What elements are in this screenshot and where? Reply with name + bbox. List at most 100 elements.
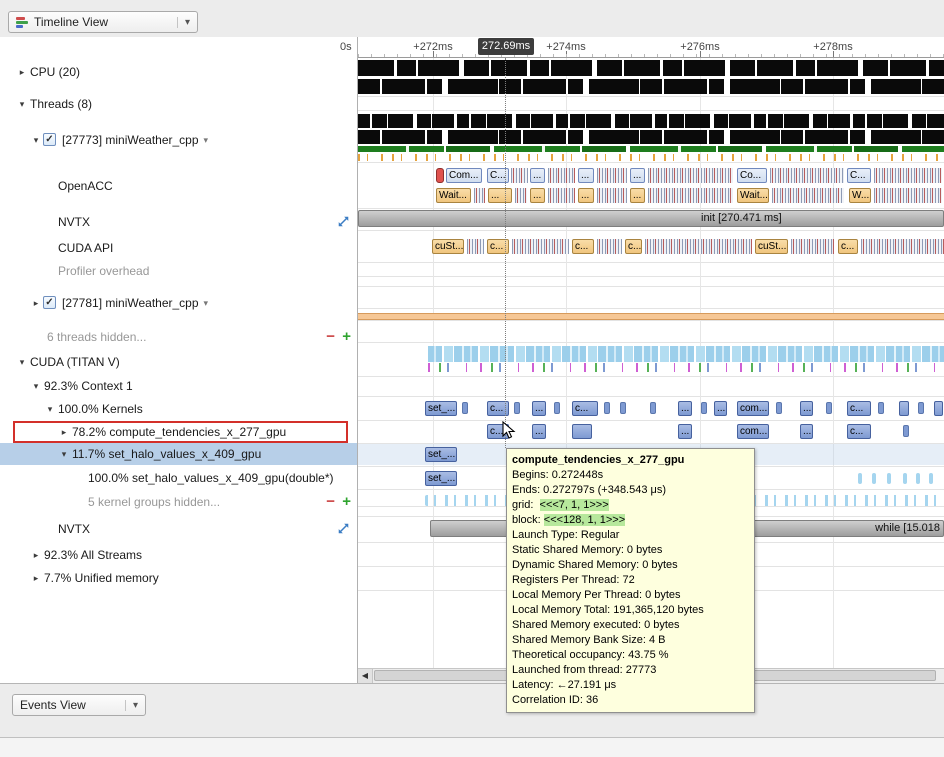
timeline-event-mark[interactable] [916, 473, 920, 484]
timeline-event-mark[interactable] [645, 239, 752, 254]
timeline-event-mark[interactable] [903, 425, 909, 437]
tree-row[interactable]: ▸78.2% compute_tendencies_x_277_gpu [0, 421, 357, 443]
timeline-event-mark[interactable] [554, 402, 560, 414]
timeline-event-mark[interactable] [650, 402, 656, 414]
collapse-arrow-icon[interactable]: ▾ [44, 398, 56, 420]
expand-arrow-icon[interactable]: ▸ [16, 61, 28, 83]
timeline-event-chip[interactable]: Co... [737, 168, 767, 183]
timeline-event-chip[interactable]: c... [838, 239, 858, 254]
expand-track-icon[interactable] [337, 215, 350, 228]
timeline-event-chip[interactable]: com... [737, 424, 769, 439]
show-rows-button[interactable]: + [342, 326, 351, 347]
collapse-arrow-icon[interactable]: ▾ [16, 93, 28, 115]
tree-row[interactable]: 6 threads hidden...−+ [0, 326, 357, 348]
timeline-event-mark[interactable] [903, 473, 907, 484]
tree-row[interactable]: 100.0% set_halo_values_x_409_gpu(double*… [0, 467, 357, 489]
timeline-event-mark[interactable] [929, 473, 933, 484]
timeline-event-mark[interactable] [701, 402, 707, 414]
hide-rows-button[interactable]: − [326, 491, 335, 512]
timeline-event-chip[interactable]: ... [630, 188, 645, 203]
timeline-event-chip[interactable]: ... [530, 168, 545, 183]
timeline-event-chip[interactable]: Wait... [737, 188, 769, 203]
timeline-event-mark[interactable] [597, 239, 622, 254]
tree-row[interactable]: ▸CPU (20) [0, 61, 357, 83]
row-options-caret-icon[interactable]: ▾ [204, 298, 209, 309]
thread-visibility-checkbox[interactable]: ✓ [43, 133, 56, 146]
timeline-event-chip[interactable]: ... [530, 188, 545, 203]
timeline-event-chip[interactable]: c... [572, 239, 594, 254]
timeline-event-mark[interactable] [511, 168, 528, 183]
timeline-event-mark[interactable] [887, 473, 891, 484]
timeline-event-chip[interactable]: c... [847, 424, 871, 439]
timeline-event-mark[interactable] [512, 239, 569, 254]
timeline-event-mark[interactable] [648, 188, 733, 203]
tree-row[interactable]: NVTX [0, 518, 357, 540]
tree-row[interactable]: ▾11.7% set_halo_values_x_409_gpu [0, 443, 357, 465]
timeline-event-chip[interactable]: c... [847, 401, 871, 416]
timeline-event-mark[interactable] [548, 168, 575, 183]
hide-rows-button[interactable]: − [326, 326, 335, 347]
tree-row[interactable]: ▾CUDA (TITAN V) [0, 351, 357, 373]
timeline-event-chip[interactable]: c... [572, 401, 598, 416]
timeline-event-mark[interactable] [918, 402, 924, 414]
tree-row[interactable]: ▸92.3% All Streams [0, 544, 357, 566]
timeline-event-mark[interactable] [770, 168, 844, 183]
row-options-caret-icon[interactable]: ▾ [204, 135, 209, 146]
tree-row[interactable]: ▾Threads (8) [0, 93, 357, 115]
timeline-event-mark[interactable] [620, 402, 626, 414]
timeline-event-chip[interactable]: ... [800, 424, 813, 439]
timeline-event-mark[interactable] [572, 424, 592, 439]
timeline-event-chip[interactable]: cuSt... [755, 239, 788, 254]
timeline-event-mark[interactable] [548, 188, 575, 203]
timeline-event-chip[interactable]: ... [800, 401, 813, 416]
timeline-event-mark[interactable] [514, 402, 520, 414]
expand-track-icon[interactable] [337, 522, 350, 535]
timeline-event-mark[interactable] [858, 473, 862, 484]
tree-row[interactable]: ▾92.3% Context 1 [0, 375, 357, 397]
timeline-event-mark[interactable] [874, 188, 942, 203]
tree-row[interactable]: ▾✓[27773] miniWeather_cpp▾ [0, 129, 357, 151]
timeline-event-chip[interactable]: ... [678, 401, 692, 416]
collapse-arrow-icon[interactable]: ▾ [30, 375, 42, 397]
tree-row[interactable]: CUDA API [0, 237, 357, 259]
timeline-event-chip[interactable]: W... [849, 188, 871, 203]
timeline-event-chip[interactable]: ... [630, 168, 645, 183]
tree-row[interactable]: OpenACC [0, 175, 357, 197]
tree-row[interactable]: NVTX [0, 211, 357, 233]
timeline-event-chip[interactable]: set_... [425, 447, 457, 462]
timeline-event-chip[interactable]: C... [847, 168, 871, 183]
timeline-event-mark[interactable] [467, 239, 484, 254]
timeline-event-chip[interactable]: set_... [425, 471, 457, 486]
timeline-event-chip[interactable]: ... [678, 424, 692, 439]
timeline-event-mark[interactable] [648, 168, 733, 183]
timeline-event-chip[interactable]: ... [714, 401, 727, 416]
timeline-event-mark[interactable] [436, 168, 444, 183]
timeline-event-mark[interactable] [791, 239, 834, 254]
timeline-event-mark[interactable] [826, 402, 832, 414]
events-view-dropdown[interactable]: Events View ▾ [12, 694, 146, 716]
timeline-event-mark[interactable] [604, 402, 610, 414]
nvtx-range-bar-init[interactable]: init [270.471 ms] [358, 210, 944, 227]
timeline-event-mark[interactable] [861, 239, 944, 254]
time-ruler[interactable]: 0s 272.69ms +272ms+274ms+276ms+278ms [358, 37, 944, 58]
collapse-arrow-icon[interactable]: ▾ [16, 351, 28, 373]
collapse-arrow-icon[interactable]: ▾ [58, 443, 70, 465]
timeline-event-chip[interactable]: ... [488, 188, 512, 203]
timeline-event-mark[interactable] [872, 473, 876, 484]
show-rows-button[interactable]: + [342, 491, 351, 512]
timeline-event-chip[interactable]: ... [532, 401, 546, 416]
timeline-event-mark[interactable] [776, 402, 782, 414]
expand-arrow-icon[interactable]: ▸ [30, 567, 42, 589]
timeline-event-chip[interactable]: c... [625, 239, 642, 254]
expand-arrow-icon[interactable]: ▸ [30, 292, 42, 314]
tree-row[interactable]: ▸7.7% Unified memory [0, 567, 357, 589]
timeline-event-mark[interactable] [597, 188, 627, 203]
thread-visibility-checkbox[interactable]: ✓ [43, 296, 56, 309]
timeline-event-mark[interactable] [772, 188, 844, 203]
view-selector-dropdown[interactable]: Timeline View ▾ [8, 11, 198, 33]
timeline-event-chip[interactable]: com... [737, 401, 769, 416]
tree-row[interactable]: ▸✓[27781] miniWeather_cpp▾ [0, 292, 357, 314]
timeline-event-mark[interactable] [878, 402, 884, 414]
timeline-event-chip[interactable]: set_... [425, 401, 457, 416]
timeline-event-chip[interactable]: ... [578, 168, 594, 183]
